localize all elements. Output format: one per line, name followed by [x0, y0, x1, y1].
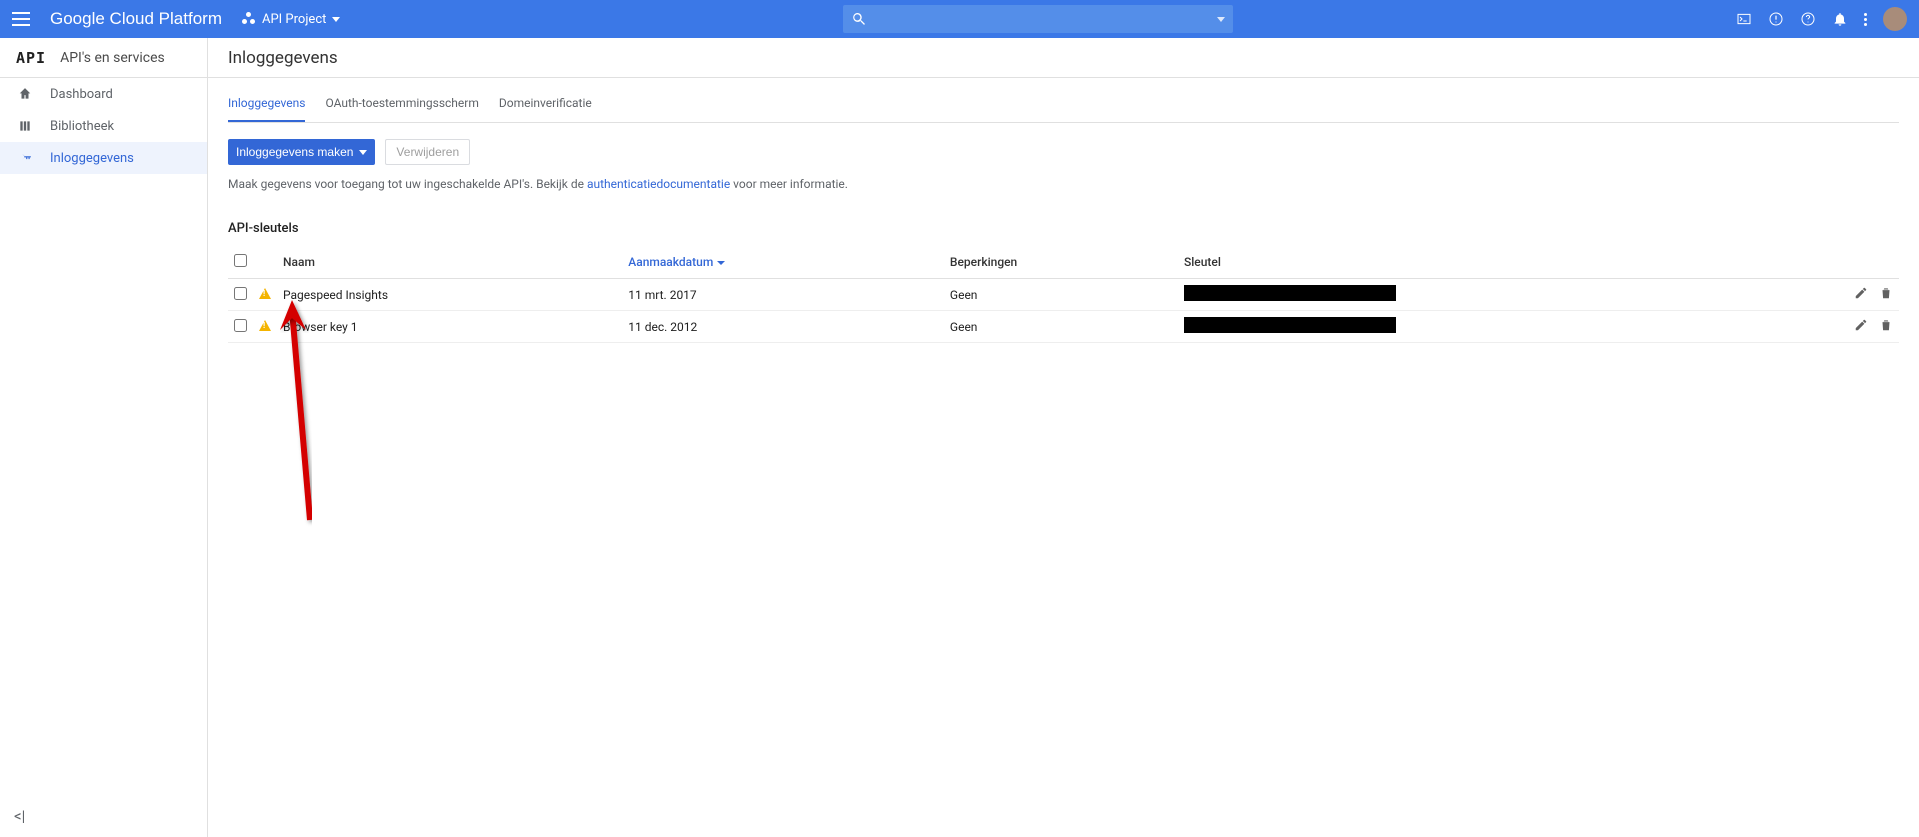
chevron-down-icon [359, 150, 367, 155]
api-logo: API [16, 49, 46, 67]
sidebar-header: API API's en services [0, 38, 207, 78]
help-text: Maak gegevens voor toegang tot uw ingesc… [228, 177, 1899, 191]
project-icon [242, 12, 256, 26]
search-input[interactable] [877, 11, 1207, 28]
more-icon[interactable] [1864, 13, 1867, 26]
key-value-redacted [1184, 317, 1396, 333]
topbar: Google Cloud Platform API Project [0, 0, 1919, 38]
tab-oauth-consent[interactable]: OAuth-toestemmingsscherm [325, 86, 478, 122]
search-icon [851, 11, 867, 27]
table-row: Browser key 1 11 dec. 2012 Geen [228, 311, 1899, 343]
key-created: 11 mrt. 2017 [622, 279, 944, 311]
select-all-checkbox[interactable] [234, 254, 247, 267]
search-dropdown-icon[interactable] [1217, 17, 1225, 22]
warning-icon [259, 288, 271, 299]
delete-icon[interactable] [1879, 286, 1893, 300]
help-icon[interactable] [1800, 11, 1816, 27]
cloud-shell-icon[interactable] [1736, 11, 1752, 27]
section-title: API-sleutels [228, 221, 1899, 236]
sidebar-item-library[interactable]: Bibliotheek [0, 110, 207, 142]
col-key: Sleutel [1178, 246, 1839, 279]
col-restrictions: Beperkingen [944, 246, 1178, 279]
api-keys-table: Naam Aanmaakdatum Beperkingen Sleutel Pa… [228, 246, 1899, 343]
library-icon [18, 119, 32, 133]
warning-icon [259, 320, 271, 331]
sidebar: API API's en services Dashboard Biblioth… [0, 38, 208, 837]
alert-icon[interactable] [1768, 11, 1784, 27]
menu-icon[interactable] [12, 12, 30, 26]
dashboard-icon [18, 87, 32, 101]
search-box[interactable] [843, 5, 1233, 33]
key-icon [18, 151, 32, 165]
sidebar-item-label: Inloggegevens [50, 151, 134, 166]
project-selector[interactable]: API Project [242, 12, 340, 27]
key-value-redacted [1184, 285, 1396, 301]
table-row: Pagespeed Insights 11 mrt. 2017 Geen [228, 279, 1899, 311]
sidebar-item-dashboard[interactable]: Dashboard [0, 78, 207, 110]
chevron-down-icon [332, 17, 340, 22]
collapse-sidebar-icon[interactable]: <| [14, 807, 25, 825]
key-restrictions: Geen [944, 279, 1178, 311]
auth-docs-link[interactable]: authenticatiedocumentatie [587, 177, 730, 191]
sidebar-title: API's en services [60, 50, 165, 66]
delete-button[interactable]: Verwijderen [385, 139, 470, 165]
row-checkbox[interactable] [234, 287, 247, 300]
edit-icon[interactable] [1854, 318, 1868, 332]
delete-icon[interactable] [1879, 318, 1893, 332]
key-name[interactable]: Pagespeed Insights [283, 288, 388, 302]
key-created: 11 dec. 2012 [622, 311, 944, 343]
page-title: Inloggegevens [208, 38, 1919, 78]
key-restrictions: Geen [944, 311, 1178, 343]
create-credentials-button[interactable]: Inloggegevens maken [228, 139, 375, 165]
product-logo: Google Cloud Platform [50, 9, 222, 29]
chevron-down-icon [717, 261, 725, 265]
avatar[interactable] [1883, 7, 1907, 31]
col-created[interactable]: Aanmaakdatum [622, 246, 944, 279]
edit-icon[interactable] [1854, 286, 1868, 300]
tabs: Inloggegevens OAuth-toestemmingsscherm D… [228, 86, 1899, 123]
key-name[interactable]: Browser key 1 [283, 320, 358, 334]
col-name: Naam [277, 246, 622, 279]
project-name: API Project [262, 12, 326, 27]
sidebar-item-credentials[interactable]: Inloggegevens [0, 142, 207, 174]
row-checkbox[interactable] [234, 319, 247, 332]
notifications-icon[interactable] [1832, 11, 1848, 27]
sidebar-item-label: Bibliotheek [50, 119, 114, 134]
sidebar-item-label: Dashboard [50, 87, 113, 102]
tab-domain-verification[interactable]: Domeinverificatie [499, 86, 592, 122]
create-credentials-label: Inloggegevens maken [236, 145, 353, 159]
tab-credentials[interactable]: Inloggegevens [228, 86, 305, 122]
